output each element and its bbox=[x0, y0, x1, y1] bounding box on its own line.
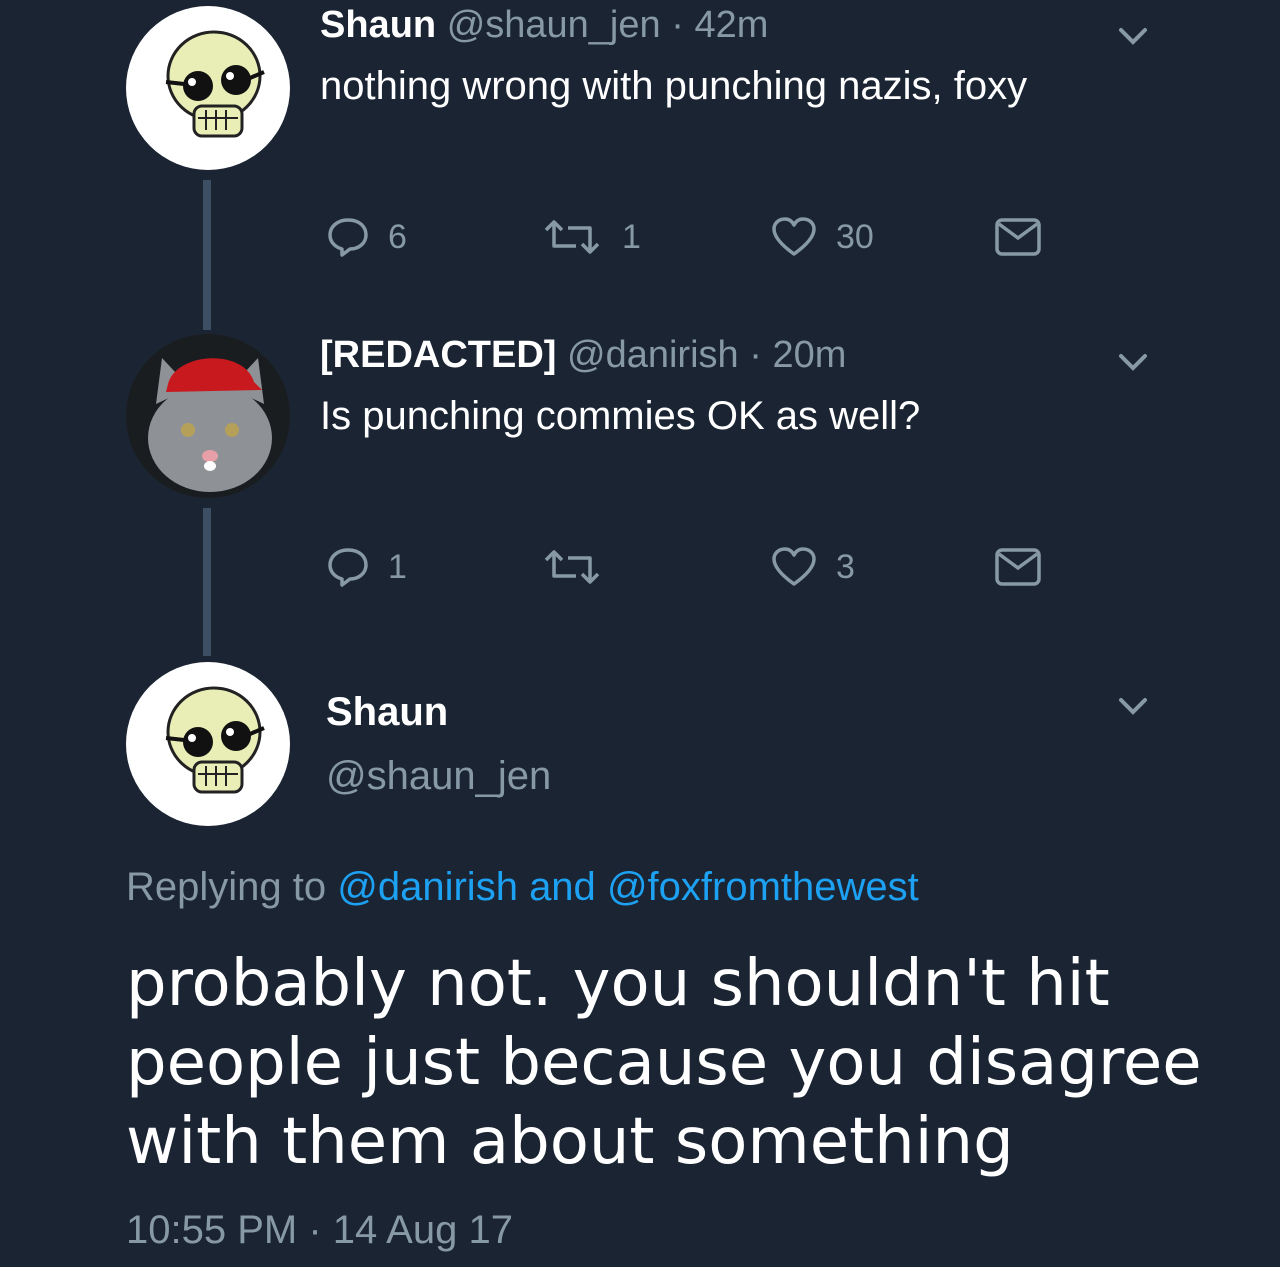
chevron-down-icon[interactable] bbox=[1113, 20, 1153, 50]
display-name[interactable]: [REDACTED] bbox=[320, 334, 556, 376]
user-handle[interactable]: @shaun_jen bbox=[447, 4, 661, 46]
tweet-header: Shaun @shaun_jen · 42m bbox=[320, 4, 768, 47]
like-action[interactable]: 3 bbox=[770, 546, 855, 588]
retweet-arrows-icon bbox=[544, 550, 600, 584]
envelope-icon bbox=[995, 548, 1041, 586]
dm-action[interactable] bbox=[994, 216, 1060, 258]
skull-avatar-icon bbox=[165, 686, 265, 794]
avatar[interactable] bbox=[126, 334, 290, 498]
tweet-text: nothing wrong with punching nazis, foxy bbox=[320, 64, 1028, 108]
dm-action[interactable] bbox=[994, 546, 1060, 588]
separator-dot: · bbox=[749, 334, 762, 376]
like-count: 30 bbox=[836, 217, 874, 256]
main-tweet-text: probably not. you shouldn't hit people j… bbox=[126, 947, 1202, 1179]
cat-avatar-icon bbox=[126, 334, 290, 498]
heart-icon bbox=[772, 547, 816, 586]
speech-bubble-icon bbox=[328, 548, 368, 587]
retweet-count: 1 bbox=[622, 217, 641, 256]
reply-count: 6 bbox=[388, 217, 407, 256]
envelope-icon bbox=[995, 218, 1041, 256]
reply-action[interactable]: 6 bbox=[326, 216, 407, 258]
tweet-header: [REDACTED] @danirish · 20m bbox=[320, 334, 846, 377]
reply-action[interactable]: 1 bbox=[326, 546, 407, 588]
like-action[interactable]: 30 bbox=[770, 216, 874, 258]
retweet-action[interactable] bbox=[540, 546, 622, 588]
replying-and[interactable]: and bbox=[529, 865, 596, 909]
separator-dot: · bbox=[671, 4, 684, 46]
thread-connector bbox=[203, 508, 211, 656]
retweet-arrows-icon bbox=[544, 220, 600, 254]
tweet-text: Is punching commies OK as well? bbox=[320, 394, 921, 438]
replying-prefix: Replying to bbox=[126, 865, 327, 909]
chevron-down-icon[interactable] bbox=[1113, 346, 1153, 376]
tweet-time[interactable]: 20m bbox=[772, 334, 846, 376]
display-name[interactable]: Shaun bbox=[320, 4, 436, 46]
heart-icon bbox=[772, 217, 816, 256]
reply-count: 1 bbox=[388, 547, 407, 586]
tweet-time[interactable]: 42m bbox=[694, 4, 768, 46]
chevron-down-icon[interactable] bbox=[1113, 690, 1153, 720]
display-name[interactable]: Shaun bbox=[326, 690, 448, 735]
skull-avatar-icon bbox=[165, 30, 265, 138]
mention-link[interactable]: @danirish bbox=[337, 865, 518, 909]
thread-connector bbox=[203, 290, 211, 330]
replying-to: Replying to @danirish and @foxfromthewes… bbox=[126, 865, 919, 910]
avatar[interactable] bbox=[126, 662, 290, 826]
user-handle[interactable]: @shaun_jen bbox=[326, 754, 551, 799]
mention-link[interactable]: @foxfromthewest bbox=[607, 865, 919, 909]
like-count: 3 bbox=[836, 547, 855, 586]
tweet-timestamp[interactable]: 10:55 PM · 14 Aug 17 bbox=[126, 1208, 513, 1253]
retweet-action[interactable]: 1 bbox=[540, 216, 641, 258]
user-handle[interactable]: @danirish bbox=[567, 334, 739, 376]
avatar[interactable] bbox=[126, 6, 290, 170]
speech-bubble-icon bbox=[328, 218, 368, 257]
